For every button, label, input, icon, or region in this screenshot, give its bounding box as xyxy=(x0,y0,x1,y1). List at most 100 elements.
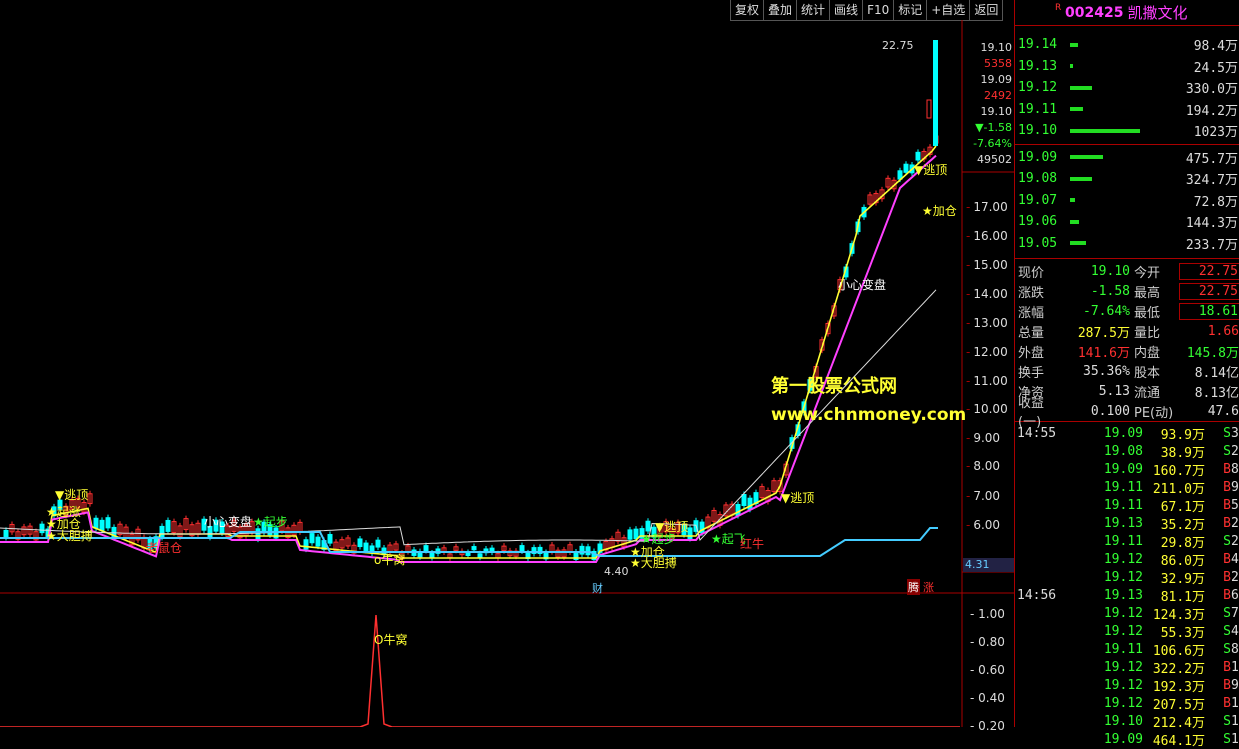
candle-body xyxy=(429,552,435,559)
quote-label: PE(动) xyxy=(1134,405,1174,421)
tick-price: 19.12 xyxy=(1103,677,1143,693)
xiaoxin-2: 小心变盘 xyxy=(838,278,887,292)
price-tick: -8.00 xyxy=(966,459,1001,473)
tick-volume: 32.9万 xyxy=(1160,571,1205,587)
tick-price: 19.13 xyxy=(1103,515,1143,531)
tick-count: 24 xyxy=(1231,533,1239,549)
tick-price: 19.10 xyxy=(1103,713,1143,729)
quote-value: -1.58 xyxy=(1090,283,1130,299)
tick-volume: 207.5万 xyxy=(1152,697,1205,713)
toolbar-button-2[interactable]: 统计 xyxy=(796,0,831,21)
quote-row: 总量 287.5万 量比 1.66 xyxy=(1015,321,1239,341)
bid-price: 19.08 xyxy=(1018,171,1058,187)
candle-body xyxy=(39,523,45,534)
tick-side: B xyxy=(1223,497,1231,513)
bid-row[interactable]: 19.06 144.3万 xyxy=(1015,211,1239,233)
bid-row[interactable]: 19.07 72.8万 xyxy=(1015,190,1239,212)
candle-body xyxy=(627,529,633,540)
tick-side: B xyxy=(1223,479,1231,495)
tick-volume: 160.7万 xyxy=(1152,463,1205,479)
current-price-marker: 4.31 xyxy=(963,558,1015,572)
bid-volume: 324.7万 xyxy=(1185,173,1238,189)
watermark-title: 第一股票公式网 xyxy=(771,376,897,397)
ask-row[interactable]: 19.14 98.4万 xyxy=(1015,34,1239,56)
tick-count: 112 xyxy=(1231,695,1239,711)
bid-volume: 233.7万 xyxy=(1185,237,1238,253)
tick-volume: 124.3万 xyxy=(1152,607,1205,623)
candle-body xyxy=(926,99,932,119)
quote-label: 外盘 xyxy=(1018,345,1045,361)
price-tick: -14.00 xyxy=(966,287,1008,301)
toolbar-button-5[interactable]: 标记 xyxy=(893,0,928,21)
toolbar-button-3[interactable]: 画线 xyxy=(829,0,864,21)
tick-side: S xyxy=(1223,713,1231,729)
quote-label: 换手 xyxy=(1018,365,1045,381)
tick-row: 19.11 67.1万 B57 xyxy=(1015,496,1239,515)
quote-value: 8.13亿 xyxy=(1194,385,1239,401)
ask-volume: 330.0万 xyxy=(1185,82,1238,98)
toolbar-button-4[interactable]: F10 xyxy=(862,0,895,21)
tick-count: 39 xyxy=(1231,425,1239,441)
bid-bar xyxy=(1070,219,1080,224)
candle-body xyxy=(633,528,639,540)
tick-side: B xyxy=(1223,695,1231,711)
tick-count: 57 xyxy=(1231,497,1239,513)
candle-body xyxy=(741,494,747,507)
bid-price: 19.09 xyxy=(1018,149,1058,165)
ask-row[interactable]: 19.13 24.5万 xyxy=(1015,56,1239,78)
tick-volume: 211.0万 xyxy=(1152,481,1205,497)
tick-price: 19.09 xyxy=(1103,731,1143,747)
tick-row: 19.12 55.3万 S44 xyxy=(1015,622,1239,641)
ask-price: 19.14 xyxy=(1018,37,1058,53)
tick-volume: 38.9万 xyxy=(1160,445,1205,461)
candle-body xyxy=(165,519,171,532)
price-tick: -10.00 xyxy=(966,402,1008,416)
toolbar-button-1[interactable]: 叠加 xyxy=(763,0,798,21)
high-label: 22.75 xyxy=(882,39,914,52)
ask-book: 19.14 98.4万 19.13 24.5万 19.12 330.0万 19.11 194.… xyxy=(1015,26,1239,145)
toolbar-button-0[interactable]: 复权 xyxy=(730,0,765,21)
tick-list: 14:5519.0993.9万S3919.0838.9万S2719.09160.… xyxy=(1015,422,1239,749)
quote-value: 19.10 xyxy=(1090,263,1130,279)
stock-header: R 002425 凯撒文化 xyxy=(1015,0,1239,26)
tick-price: 19.08 xyxy=(1103,443,1143,459)
bid-row[interactable]: 19.05 233.7万 xyxy=(1015,233,1239,255)
tick-side: B xyxy=(1223,659,1231,675)
tick-side: B xyxy=(1223,515,1231,531)
teng-marker: 腾 xyxy=(907,579,920,595)
candle-body xyxy=(327,533,333,544)
quote-value: 8.14亿 xyxy=(1194,365,1239,381)
tick-price: 19.12 xyxy=(1103,659,1143,675)
ask-row[interactable]: 19.10 1023万 xyxy=(1015,120,1239,142)
candle-body xyxy=(477,553,483,558)
tick-row: 19.11 211.0万 B98 xyxy=(1015,478,1239,497)
ask-price: 19.10 xyxy=(1018,123,1058,139)
stock-code: 002425 xyxy=(1065,4,1124,21)
ask-row[interactable]: 19.12 330.0万 xyxy=(1015,77,1239,99)
quote-label: 最高 xyxy=(1134,285,1161,301)
price-tick: -11.00 xyxy=(966,374,1008,388)
tick-count: 175 xyxy=(1231,731,1239,747)
price-tick: -12.00 xyxy=(966,345,1008,359)
tick-price: 19.13 xyxy=(1103,587,1143,603)
quote-value: 22.75 xyxy=(1179,262,1239,280)
niuwo-1: o牛窝 xyxy=(374,553,406,567)
bid-row[interactable]: 19.08 324.7万 xyxy=(1015,168,1239,190)
price-tick: -15.00 xyxy=(966,258,1008,272)
tick-side: S xyxy=(1223,641,1231,657)
tick-volume: 29.8万 xyxy=(1160,535,1205,551)
ask-bar xyxy=(1070,42,1078,47)
dadanbo-2: ★大胆搏 xyxy=(630,556,677,570)
price-tick: -13.00 xyxy=(966,316,1008,330)
bid-volume: 72.8万 xyxy=(1193,194,1238,210)
bid-row[interactable]: 19.09 475.7万 xyxy=(1015,147,1239,169)
zhang-marker: 涨 xyxy=(923,581,934,594)
quote-label: 现价 xyxy=(1018,265,1045,281)
tick-volume: 106.6万 xyxy=(1152,643,1205,659)
ask-row[interactable]: 19.11 194.2万 xyxy=(1015,99,1239,121)
ask-bar xyxy=(1070,85,1093,90)
tick-count: 26 xyxy=(1231,515,1239,531)
tick-count: 44 xyxy=(1231,623,1239,639)
tick-row: 19.12 322.2万 B154 xyxy=(1015,658,1239,677)
jiacang-3: ★加仓 xyxy=(922,204,957,218)
